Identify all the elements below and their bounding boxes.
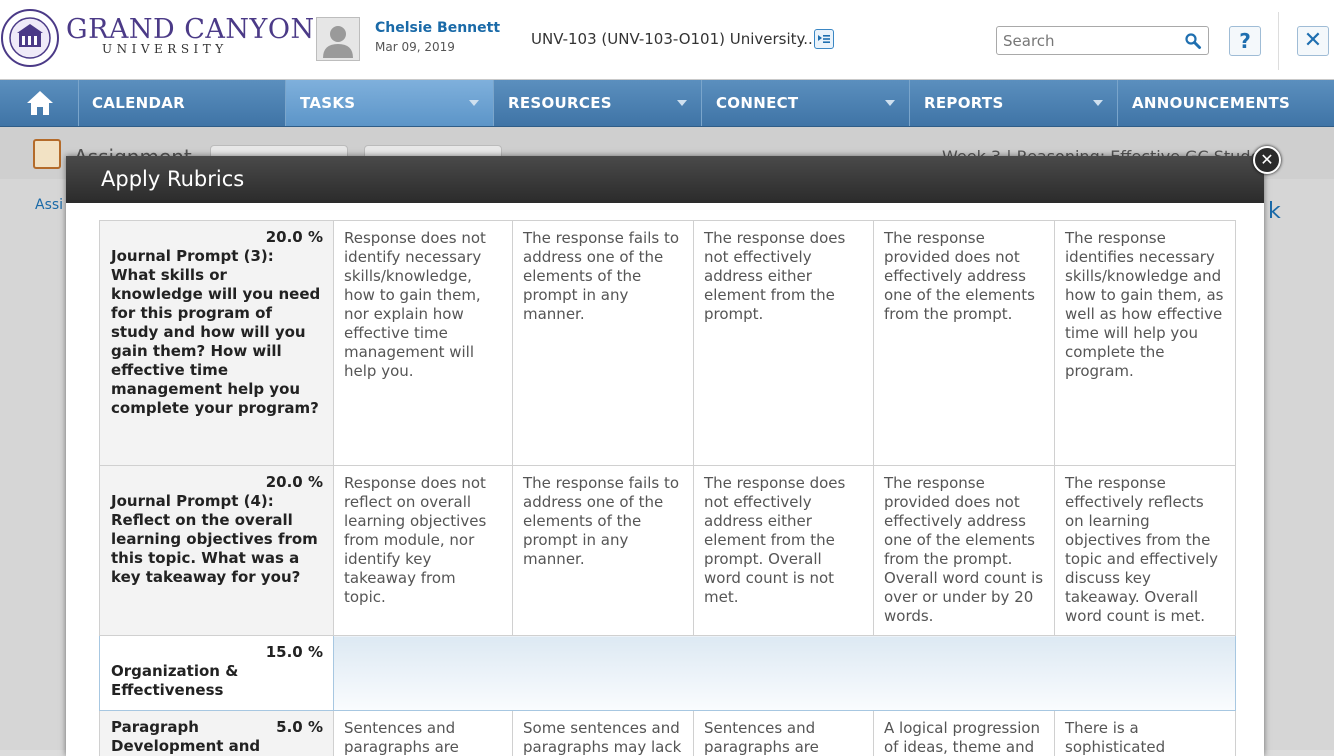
criterion-cell: 20.0 % Journal Prompt (3): What skills o… bbox=[100, 221, 334, 466]
criterion-name: Journal Prompt (3): What skills or knowl… bbox=[111, 247, 323, 418]
nav-label: CONNECT bbox=[716, 94, 798, 112]
nav-label: ANNOUNCEMENTS bbox=[1132, 94, 1290, 112]
help-button[interactable]: ? bbox=[1229, 26, 1261, 56]
rubric-level-cell[interactable]: The response identifies necessary skills… bbox=[1055, 221, 1236, 466]
rubric-level-cell[interactable]: Response does not identify necessary ski… bbox=[334, 221, 513, 466]
modal-header: Apply Rubrics bbox=[66, 156, 1264, 203]
nav-resources[interactable]: RESOURCES bbox=[494, 80, 702, 126]
rubric-level-cell[interactable]: A logical progression of ideas, theme an… bbox=[874, 711, 1055, 756]
nav-label: TASKS bbox=[300, 94, 355, 112]
rubric-level-cell[interactable]: Sentences and paragraphs are bbox=[334, 711, 513, 756]
rubric-table: 20.0 % Journal Prompt (3): What skills o… bbox=[99, 220, 1236, 756]
search-box bbox=[996, 26, 1209, 55]
nav-label: RESOURCES bbox=[508, 94, 612, 112]
user-silhouette-icon bbox=[317, 18, 359, 60]
nav-connect[interactable]: CONNECT bbox=[702, 80, 910, 126]
rubric-level-cell[interactable]: The response effectively reflects on lea… bbox=[1055, 466, 1236, 636]
modal-title: Apply Rubrics bbox=[101, 167, 244, 191]
rubric-level-cell[interactable]: Some sentences and paragraphs may lack bbox=[513, 711, 694, 756]
home-button[interactable] bbox=[0, 80, 79, 126]
nav-label: REPORTS bbox=[924, 94, 1004, 112]
chevron-down-icon bbox=[885, 100, 895, 106]
nav-announcements[interactable]: ANNOUNCEMENTS bbox=[1118, 80, 1334, 126]
group-header-cell bbox=[334, 636, 1236, 711]
criterion-percent: 20.0 % bbox=[111, 228, 323, 247]
current-date: Mar 09, 2019 bbox=[375, 40, 455, 54]
criterion-percent: 5.0 % bbox=[276, 718, 323, 737]
breadcrumb: Assi bbox=[35, 197, 63, 213]
rubric-level-cell[interactable]: The response fails to address one of the… bbox=[513, 221, 694, 466]
rubric-row: 20.0 % Journal Prompt (3): What skills o… bbox=[100, 221, 1236, 466]
home-icon bbox=[26, 90, 54, 116]
top-header: GRAND CANYON UNIVERSITY Chelsie Bennett … bbox=[0, 0, 1334, 80]
rubric-level-cell[interactable]: Sentences and paragraphs are bbox=[694, 711, 874, 756]
close-button[interactable]: ✕ bbox=[1297, 26, 1329, 56]
rubric-row: 20.0 % Journal Prompt (4): Reflect on th… bbox=[100, 466, 1236, 636]
rubric-level-cell[interactable]: Response does not reflect on overall lea… bbox=[334, 466, 513, 636]
chevron-down-icon bbox=[1093, 100, 1103, 106]
nav-label: CALENDAR bbox=[92, 94, 185, 112]
assignment-icon bbox=[33, 139, 61, 169]
bg-link: k bbox=[1268, 199, 1281, 224]
criterion-cell: 15.0 % Organization & Effectiveness bbox=[100, 636, 334, 711]
chevron-down-icon bbox=[469, 100, 479, 106]
criterion-cell: 20.0 % Journal Prompt (4): Reflect on th… bbox=[100, 466, 334, 636]
criterion-cell: 5.0 % Paragraph Development and Transiti… bbox=[100, 711, 334, 756]
course-selector[interactable]: UNV-103 (UNV-103-O101) University... bbox=[531, 30, 818, 48]
apply-rubrics-modal: Apply Rubrics 20.0 % Journal Prompt (3):… bbox=[66, 156, 1264, 756]
user-name-link[interactable]: Chelsie Bennett bbox=[375, 20, 500, 36]
main-nav: CALENDAR TASKS RESOURCES CONNECT REPORTS… bbox=[0, 80, 1334, 127]
search-icon[interactable] bbox=[1184, 32, 1202, 50]
logo-subword: UNIVERSITY bbox=[102, 42, 228, 56]
rubric-level-cell[interactable]: The response provided does not effective… bbox=[874, 221, 1055, 466]
rubric-level-cell[interactable]: The response does not effectively addres… bbox=[694, 466, 874, 636]
university-seal-logo[interactable] bbox=[1, 9, 59, 67]
nav-tasks[interactable]: TASKS bbox=[286, 80, 494, 126]
nav-calendar[interactable]: CALENDAR bbox=[78, 80, 286, 126]
rubric-level-cell[interactable]: There is a sophisticated bbox=[1055, 711, 1236, 756]
rubric-row: 5.0 % Paragraph Development and Transiti… bbox=[100, 711, 1236, 756]
criterion-percent: 15.0 % bbox=[111, 643, 323, 662]
rubric-level-cell[interactable]: The response does not effectively addres… bbox=[694, 221, 874, 466]
criterion-percent: 20.0 % bbox=[111, 473, 323, 492]
avatar[interactable] bbox=[316, 17, 360, 61]
criterion-name: Organization & Effectiveness bbox=[111, 662, 323, 700]
criterion-name: Journal Prompt (4): Reflect on the overa… bbox=[111, 492, 323, 587]
rubric-level-cell[interactable]: The response fails to address one of the… bbox=[513, 466, 694, 636]
modal-body[interactable]: 20.0 % Journal Prompt (3): What skills o… bbox=[66, 203, 1264, 756]
header-divider bbox=[1278, 12, 1279, 70]
course-menu-button[interactable] bbox=[814, 29, 834, 49]
logo-wordmark[interactable]: GRAND CANYON bbox=[66, 14, 315, 45]
nav-reports[interactable]: REPORTS bbox=[910, 80, 1118, 126]
rubric-group-row: 15.0 % Organization & Effectiveness bbox=[100, 636, 1236, 711]
rubric-level-cell[interactable]: The response provided does not effective… bbox=[874, 466, 1055, 636]
search-input[interactable] bbox=[1003, 31, 1173, 51]
modal-close-button[interactable]: ✕ bbox=[1253, 146, 1281, 174]
list-menu-icon bbox=[815, 30, 833, 48]
chevron-down-icon bbox=[677, 100, 687, 106]
